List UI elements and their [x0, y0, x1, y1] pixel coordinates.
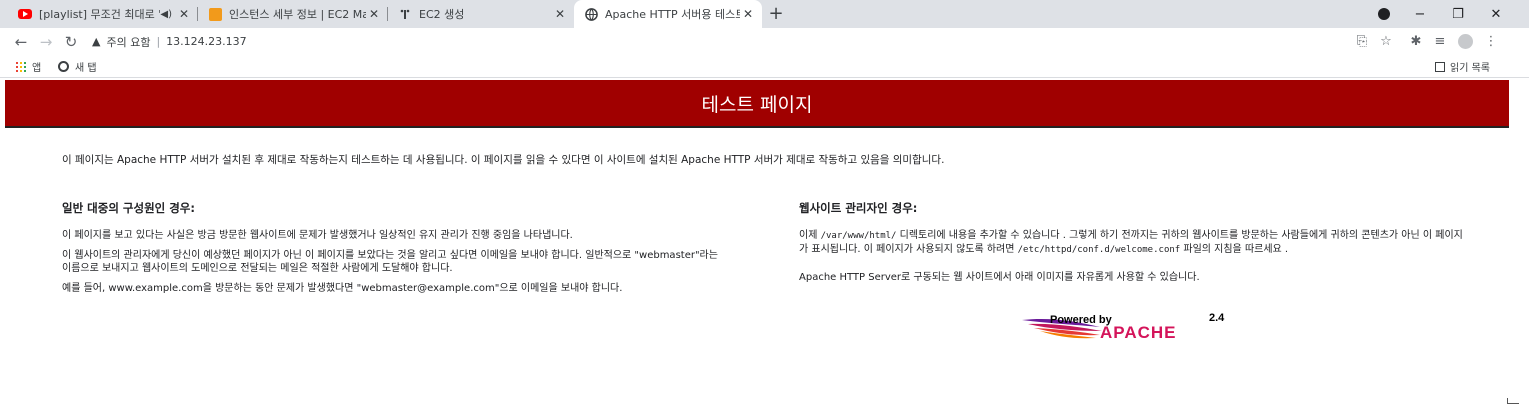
- text-segment: 이제: [799, 230, 821, 241]
- url-text[interactable]: 13.124.23.137: [166, 35, 246, 48]
- profile-icon[interactable]: [1366, 0, 1402, 28]
- tab-close-button[interactable]: ✕: [740, 6, 756, 22]
- public-paragraph-3: 예를 들어, www.example.com을 방문하는 동안 문제가 발생했다…: [62, 283, 623, 294]
- admin-heading: 웹사이트 관리자인 경우:: [799, 201, 918, 215]
- security-status[interactable]: 주의 요함: [106, 34, 150, 50]
- minimize-button[interactable]: −: [1402, 0, 1438, 28]
- window-close-button[interactable]: ✕: [1478, 0, 1514, 28]
- admin-paragraph-1: 이제 /var/www/html/ 디렉토리에 내용을 추가할 수 있습니다 .…: [799, 229, 1464, 257]
- youtube-icon: [18, 7, 32, 21]
- apache-version: 2.4: [1209, 312, 1225, 324]
- bookmark-apps[interactable]: 앱: [16, 59, 41, 74]
- public-paragraph-1: 이 페이지를 보고 있다는 사실은 방금 방문한 웹사이트에 문제가 발생했거나…: [62, 230, 573, 241]
- restore-button[interactable]: ❐: [1440, 0, 1476, 28]
- tab-apache-test-page[interactable]: Apache HTTP 서버용 테스트 | ✕: [574, 0, 762, 28]
- address-bar[interactable]: ▲ 주의 요함 | 13.124.23.137: [88, 30, 1338, 53]
- admin-paragraph-2: Apache HTTP Server로 구동되는 웹 사이트에서 아래 이미지를…: [799, 272, 1200, 283]
- speaker-icon[interactable]: ◀): [160, 9, 172, 20]
- reading-list-label: 읽기 목록: [1450, 63, 1490, 74]
- public-heading: 일반 대중의 구성원인 경우:: [62, 201, 195, 215]
- admin-section: 웹사이트 관리자인 경우: 이제 /var/www/html/ 디렉토리에 내용…: [799, 202, 1464, 291]
- menu-icon[interactable]: ⋮: [1481, 32, 1501, 52]
- public-section: 일반 대중의 구성원인 경우: 이 페이지를 보고 있다는 사실은 방금 방문한…: [62, 202, 727, 302]
- reload-button[interactable]: ↻: [61, 32, 81, 52]
- intro-text: 이 페이지는 Apache HTTP 서버가 설치된 후 제대로 작동하는지 테…: [62, 154, 945, 166]
- tab-close-button[interactable]: ✕: [552, 6, 568, 22]
- tab-strip: [playlist] 무조건 최대로 'V ◀) ✕ 인스턴스 세부 정보 | …: [0, 0, 1529, 28]
- powered-by-apache-logo: Powered by 2.4 APACHE: [1022, 312, 1225, 341]
- page-icon: [398, 7, 412, 21]
- bookmark-new-tab[interactable]: 새 탭: [58, 59, 97, 74]
- forward-button[interactable]: →: [36, 32, 56, 52]
- back-button[interactable]: ←: [11, 32, 31, 52]
- translate-icon[interactable]: ⎘: [1352, 32, 1372, 52]
- address-separator: |: [156, 35, 161, 48]
- aws-icon: [208, 7, 222, 21]
- browser-toolbar: ← → ↻ ▲ 주의 요함 | 13.124.23.137 ⎘ ☆ ✱ ≡ ⋮: [0, 28, 1529, 55]
- tab-title: Apache HTTP 서버용 테스트 |: [605, 8, 740, 21]
- tab-title: [playlist] 무조건 최대로 'V: [39, 8, 161, 21]
- bookmark-star-icon[interactable]: ☆: [1376, 32, 1396, 52]
- tab-close-button[interactable]: ✕: [176, 6, 192, 22]
- media-control-icon[interactable]: ≡: [1430, 32, 1450, 52]
- reading-list-button[interactable]: 읽기 목록: [1435, 59, 1490, 74]
- bookmark-label: 새 탭: [75, 63, 97, 74]
- bookmarks-bar: 앱 새 탭 읽기 목록: [0, 55, 1529, 78]
- extensions-icon[interactable]: ✱: [1406, 32, 1426, 52]
- account-avatar[interactable]: [1455, 32, 1475, 52]
- tab-youtube-playlist[interactable]: [playlist] 무조건 최대로 'V ◀) ✕: [8, 0, 198, 28]
- tab-close-button[interactable]: ✕: [366, 6, 382, 22]
- tab-ec2-instance-details[interactable]: 인스턴스 세부 정보 | EC2 Ma ✕: [198, 0, 388, 28]
- tab-ec2-create[interactable]: EC2 생성 ✕: [388, 0, 574, 28]
- page-title: 테스트 페이지: [701, 93, 813, 116]
- tab-title: 인스턴스 세부 정보 | EC2 Ma: [229, 8, 366, 21]
- text-segment: 파일의 지침을 따르세요 .: [1180, 244, 1289, 255]
- reading-list-icon: [1435, 61, 1445, 72]
- code-docroot: /var/www/html/: [820, 231, 897, 241]
- code-welcome-conf: /etc/httpd/conf.d/welcome.conf: [1017, 245, 1181, 255]
- public-paragraph-2: 이 웹사이트의 관리자에게 당신이 예상했던 페이지가 아닌 이 페이지를 보았…: [62, 250, 718, 274]
- globe-icon: [58, 61, 69, 72]
- tab-title: EC2 생성: [419, 8, 465, 21]
- apps-grid-icon: [16, 61, 26, 72]
- globe-icon: [584, 7, 598, 21]
- page-banner: 테스트 페이지: [5, 80, 1509, 128]
- new-tab-button[interactable]: +: [766, 4, 786, 24]
- warning-icon[interactable]: ▲: [92, 35, 100, 48]
- apache-brand: APACHE: [1100, 323, 1177, 341]
- bookmark-label: 앱: [32, 63, 42, 74]
- resize-handle[interactable]: [1507, 398, 1519, 404]
